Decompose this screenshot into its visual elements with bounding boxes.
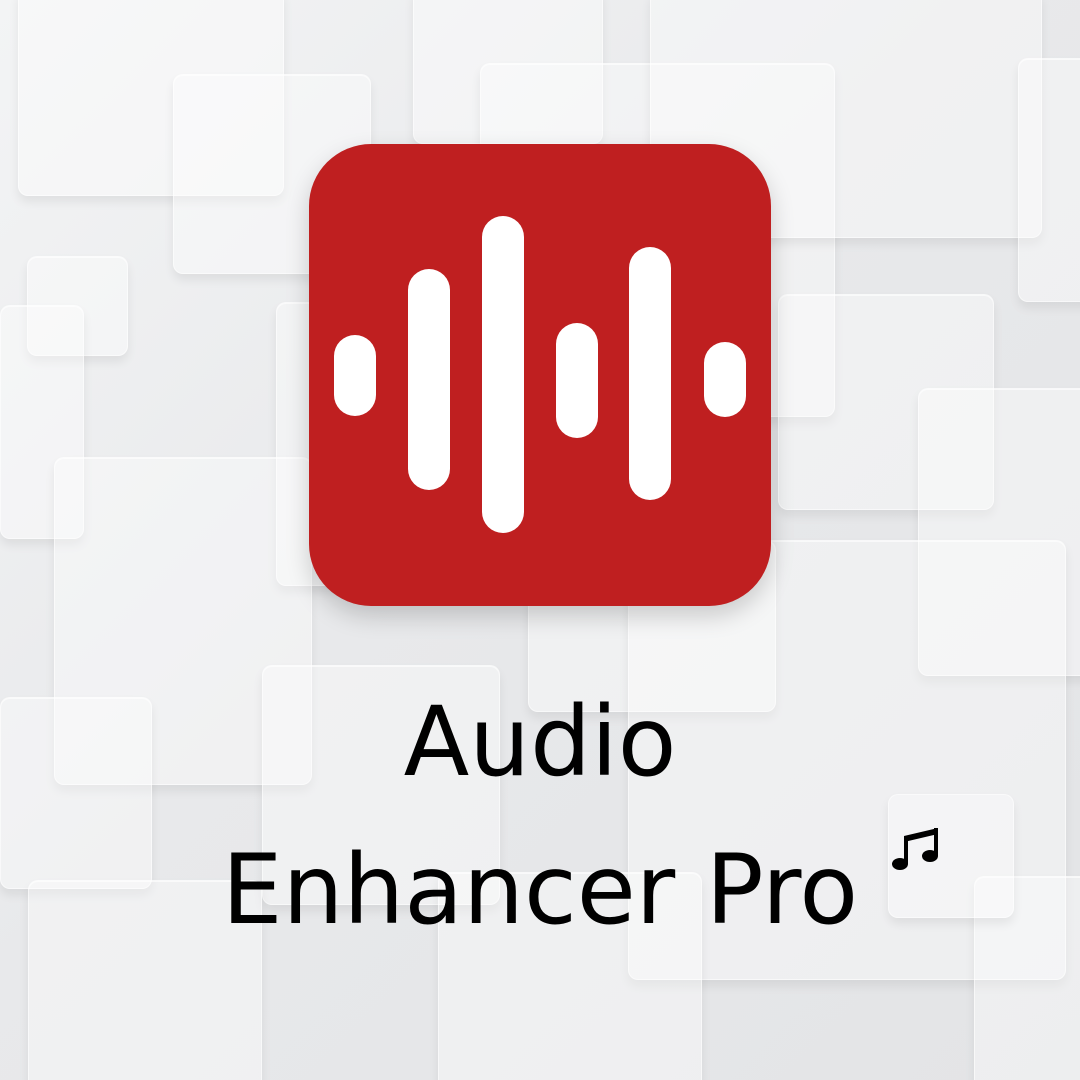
app-icon [309,144,771,606]
music-note-icon [892,828,938,870]
waveform-icon [334,216,746,533]
bg-tile [1018,58,1080,302]
app-title-line-1: Audio [403,686,677,798]
